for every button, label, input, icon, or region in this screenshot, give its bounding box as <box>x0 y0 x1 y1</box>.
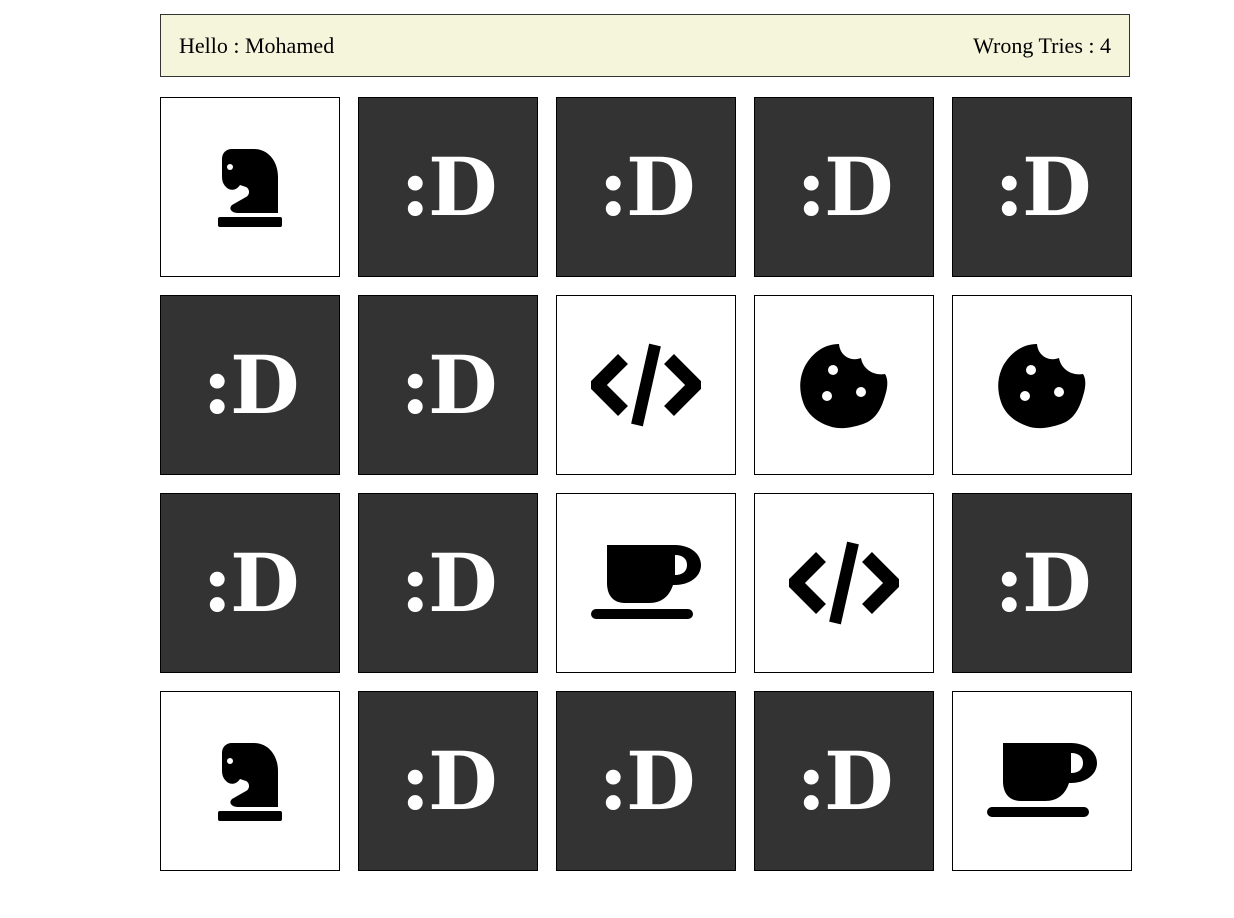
card-back-label: :D <box>994 536 1092 630</box>
memory-card[interactable]: :D <box>556 691 736 871</box>
card-back-label: :D <box>400 734 498 828</box>
card-back-label: :D <box>796 734 894 828</box>
memory-card[interactable]: :D <box>754 493 934 673</box>
memory-card[interactable]: :D <box>160 295 340 475</box>
card-back-label: :D <box>400 140 498 234</box>
cookie-icon <box>997 340 1087 430</box>
memory-card[interactable]: :D <box>556 295 736 475</box>
cookie-icon <box>799 340 889 430</box>
memory-card[interactable]: :D <box>952 493 1132 673</box>
memory-card[interactable]: :D <box>358 97 538 277</box>
memory-card[interactable]: :D <box>556 97 736 277</box>
card-back-label: :D <box>796 140 894 234</box>
memory-card[interactable]: :D <box>754 97 934 277</box>
card-back-label: :D <box>598 734 696 828</box>
memory-card[interactable]: :D <box>754 691 934 871</box>
chess-knight-icon <box>216 145 284 229</box>
card-back-label: :D <box>994 140 1092 234</box>
chess-knight-icon <box>216 739 284 823</box>
code-icon <box>789 539 899 627</box>
memory-card[interactable]: :D <box>556 493 736 673</box>
memory-card[interactable]: :D <box>358 691 538 871</box>
memory-card[interactable]: :D <box>754 295 934 475</box>
card-back-label: :D <box>400 536 498 630</box>
card-back-label: :D <box>598 140 696 234</box>
memory-card[interactable]: :D <box>952 691 1132 871</box>
card-back-label: :D <box>202 536 300 630</box>
memory-card[interactable]: :D <box>952 97 1132 277</box>
code-icon <box>591 341 701 429</box>
card-back-label: :D <box>400 338 498 432</box>
memory-card[interactable]: :D <box>160 493 340 673</box>
memory-card[interactable]: :D <box>160 691 340 871</box>
card-back-label: :D <box>202 338 300 432</box>
memory-card[interactable]: :D <box>358 493 538 673</box>
coffee-icon <box>987 741 1097 821</box>
player-greeting: Hello : Mohamed <box>179 32 335 58</box>
memory-game-board: :D:D:D:D:D:D:D:D:D:D:D:D:D:D:D:D:D:D:D:D <box>160 97 1132 871</box>
memory-card[interactable]: :D <box>160 97 340 277</box>
wrong-tries-counter: Wrong Tries : 4 <box>973 32 1111 58</box>
game-info-bar: Hello : Mohamed Wrong Tries : 4 <box>160 14 1130 77</box>
memory-card[interactable]: :D <box>358 295 538 475</box>
memory-card[interactable]: :D <box>952 295 1132 475</box>
coffee-icon <box>591 543 701 623</box>
